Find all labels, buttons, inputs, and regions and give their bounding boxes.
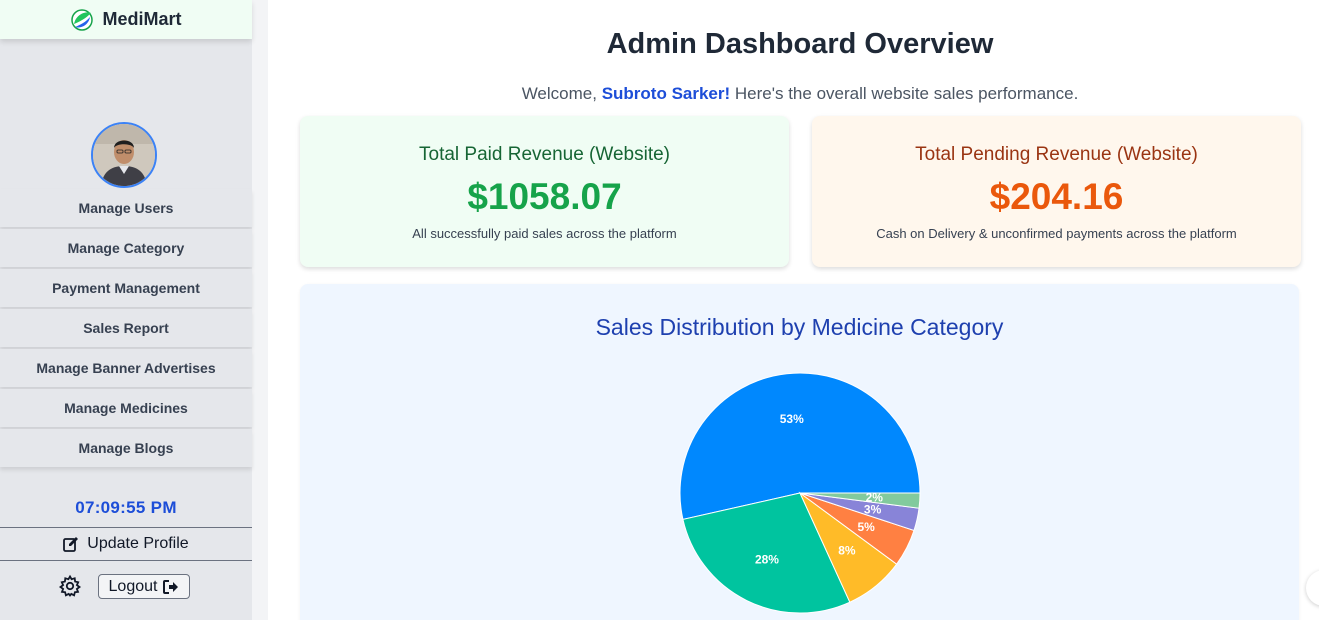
user-name: Subroto Sarker! <box>601 84 731 103</box>
sign-out-icon <box>163 579 179 594</box>
pie-slice-label: 53% <box>780 412 804 426</box>
avatar[interactable] <box>91 122 157 188</box>
pending-revenue-description: Cash on Delivery & unconfirmed payments … <box>876 226 1237 241</box>
brand-header[interactable]: MediMart <box>0 0 252 39</box>
update-profile-button[interactable]: Update Profile <box>0 528 252 560</box>
logout-label: Logout <box>108 577 158 595</box>
sidebar-item-manage-category[interactable]: Manage Category <box>0 229 252 267</box>
pending-revenue-title: Total Pending Revenue (Website) <box>915 144 1198 165</box>
update-profile-label: Update Profile <box>87 535 189 552</box>
sidebar-item-manage-blogs[interactable]: Manage Blogs <box>0 429 252 467</box>
edit-icon <box>63 537 79 552</box>
paid-revenue-card: Total Paid Revenue (Website) $1058.07 Al… <box>300 116 789 267</box>
sidebar-item-manage-users[interactable]: Manage Users <box>0 189 252 227</box>
pie-slice-label: 8% <box>838 544 856 558</box>
paid-revenue-title: Total Paid Revenue (Website) <box>419 144 670 165</box>
welcome-message: Welcome, Subroto Sarker! Here's the over… <box>268 84 1319 104</box>
sidebar-item-sales-report[interactable]: Sales Report <box>0 309 252 347</box>
floating-action-button[interactable] <box>1306 570 1319 606</box>
leaf-logo-icon <box>71 8 94 31</box>
welcome-prefix: Welcome, <box>521 84 602 103</box>
brand-name: MediMart <box>102 9 182 29</box>
sidebar-item-manage-banner-advertises[interactable]: Manage Banner Advertises <box>0 349 252 387</box>
sidebar-item-manage-medicines[interactable]: Manage Medicines <box>0 389 252 427</box>
user-avatar-icon <box>93 124 155 186</box>
gear-icon[interactable] <box>58 574 82 598</box>
sidebar-divider <box>252 0 268 620</box>
paid-revenue-amount: $1058.07 <box>467 176 622 217</box>
welcome-suffix: Here's the overall website sales perform… <box>730 84 1079 103</box>
chart-title: Sales Distribution by Medicine Category <box>595 314 1004 340</box>
pie-slice-label: 5% <box>857 520 875 534</box>
pie-slice-label: 28% <box>755 553 779 567</box>
pie-slice-label: 2% <box>866 491 884 505</box>
clock: 07:09:55 PM <box>75 498 177 517</box>
paid-revenue-description: All successfully paid sales across the p… <box>412 226 677 241</box>
sidebar-item-payment-management[interactable]: Payment Management <box>0 269 252 307</box>
sales-pie-chart: 53%28%8%5%3%2% <box>679 372 921 614</box>
pending-revenue-card: Total Pending Revenue (Website) $204.16 … <box>812 116 1301 267</box>
sales-distribution-panel: Sales Distribution by Medicine Category … <box>300 284 1299 620</box>
divider <box>0 560 252 561</box>
logout-button[interactable]: Logout <box>98 574 190 599</box>
pending-revenue-amount: $204.16 <box>989 176 1124 217</box>
page-title: Admin Dashboard Overview <box>606 28 994 60</box>
